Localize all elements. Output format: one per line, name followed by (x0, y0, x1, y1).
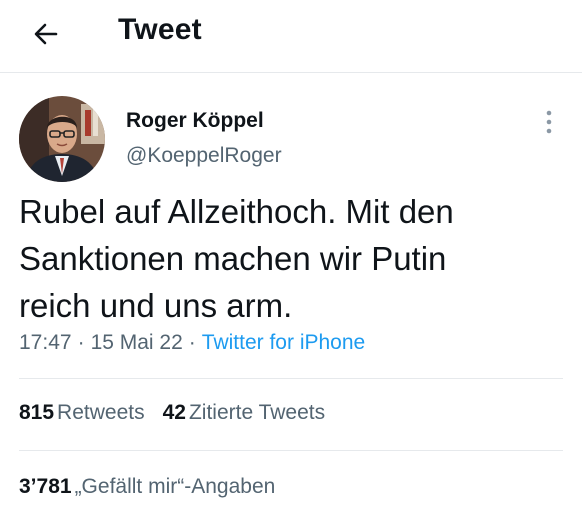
retweets-count: 815 (19, 401, 55, 424)
tweet-text: Rubel auf Allzeithoch. Mit den Sanktione… (19, 188, 564, 329)
quote-tweets-count: 42 (162, 401, 186, 424)
tweet-time[interactable]: 17:47 (19, 331, 72, 354)
likes-label: „Gefällt mir“-Angaben (74, 475, 276, 498)
divider (19, 378, 563, 379)
tweet-date[interactable]: 15 Mai 22 (91, 331, 183, 354)
author-name[interactable]: Roger Köppel (126, 109, 264, 133)
author-handle[interactable]: @KoeppelRoger (126, 144, 282, 168)
tweet-text-line: Sanktionen machen wir Putin (19, 240, 447, 277)
page-title: Tweet (118, 13, 202, 46)
tweet-text-line: reich und uns arm. (19, 287, 293, 324)
meta-separator: · (188, 331, 196, 354)
tweet-meta: 17:47 · 15 Mai 22 · Twitter for iPhone (19, 331, 365, 355)
more-vertical-icon (546, 110, 552, 134)
arrow-left-icon (34, 23, 58, 45)
meta-separator: · (77, 331, 85, 354)
avatar[interactable] (19, 96, 105, 182)
retweets-stat[interactable]: 815 Retweets (19, 401, 145, 425)
divider (19, 450, 563, 451)
more-options-button[interactable] (535, 108, 563, 136)
tweet-source-link[interactable]: Twitter for iPhone (202, 331, 365, 354)
tweet-text-line: Rubel auf Allzeithoch. Mit den (19, 193, 454, 230)
likes-count: 3’781 (19, 475, 72, 498)
likes-stat[interactable]: 3’781 „Gefällt mir“-Angaben (19, 475, 275, 499)
likes-stats: 3’781 „Gefällt mir“-Angaben (19, 475, 293, 499)
quote-tweets-stat[interactable]: 42 Zitierte Tweets (163, 401, 326, 425)
back-button[interactable] (24, 12, 68, 56)
retweets-label: Retweets (57, 401, 145, 424)
quote-tweets-label: Zitierte Tweets (188, 401, 326, 424)
engagement-stats: 815 Retweets 42 Zitierte Tweets (19, 401, 343, 425)
profile-photo (19, 96, 105, 182)
top-bar: Tweet (0, 0, 582, 73)
